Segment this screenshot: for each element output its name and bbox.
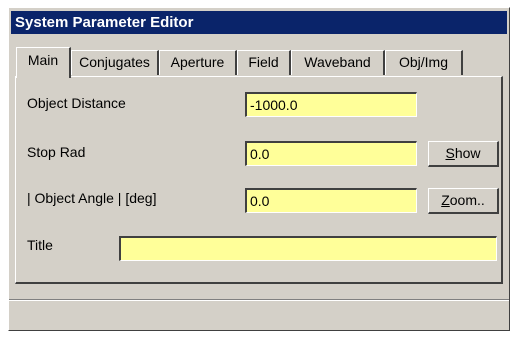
show-label-rest: how (454, 145, 481, 161)
zoom-button[interactable]: Zoom.. (428, 188, 499, 214)
tab-aperture-label: Aperture (170, 54, 225, 70)
status-bar (9, 299, 509, 330)
tab-conjugates[interactable]: Conjugates (71, 50, 159, 75)
status-bar-highlight (9, 300, 509, 301)
object-distance-label: Object Distance (27, 95, 126, 111)
stop-rad-label: Stop Rad (27, 144, 86, 160)
tab-waveband[interactable]: Waveband (291, 50, 385, 75)
tab-obj-img[interactable]: Obj/Img (385, 50, 463, 75)
show-button[interactable]: Show (428, 141, 499, 167)
tab-main[interactable]: Main (16, 47, 71, 78)
tab-main-label: Main (27, 52, 59, 68)
tab-waveband-label: Waveband (304, 54, 371, 70)
title-field[interactable] (119, 236, 497, 261)
tab-aperture[interactable]: Aperture (159, 50, 237, 75)
zoom-accel: Z (441, 192, 450, 208)
object-distance-field[interactable]: -1000.0 (245, 92, 417, 117)
system-parameter-editor-window: System Parameter Editor Main Conjugates … (8, 7, 510, 331)
object-angle-field[interactable]: 0.0 (245, 188, 417, 213)
tab-obj-img-label: Obj/Img (398, 54, 448, 70)
title-label: Title (27, 237, 53, 253)
tab-field[interactable]: Field (237, 50, 291, 75)
tab-field-label: Field (248, 54, 279, 70)
window-title: System Parameter Editor (15, 14, 194, 31)
object-angle-label: | Object Angle | [deg] (27, 190, 157, 206)
stop-rad-field[interactable]: 0.0 (245, 141, 417, 166)
tab-conjugates-label: Conjugates (79, 54, 150, 70)
window-titlebar[interactable]: System Parameter Editor (11, 11, 507, 34)
zoom-label-rest: oom.. (449, 192, 485, 208)
show-accel: S (445, 145, 455, 161)
